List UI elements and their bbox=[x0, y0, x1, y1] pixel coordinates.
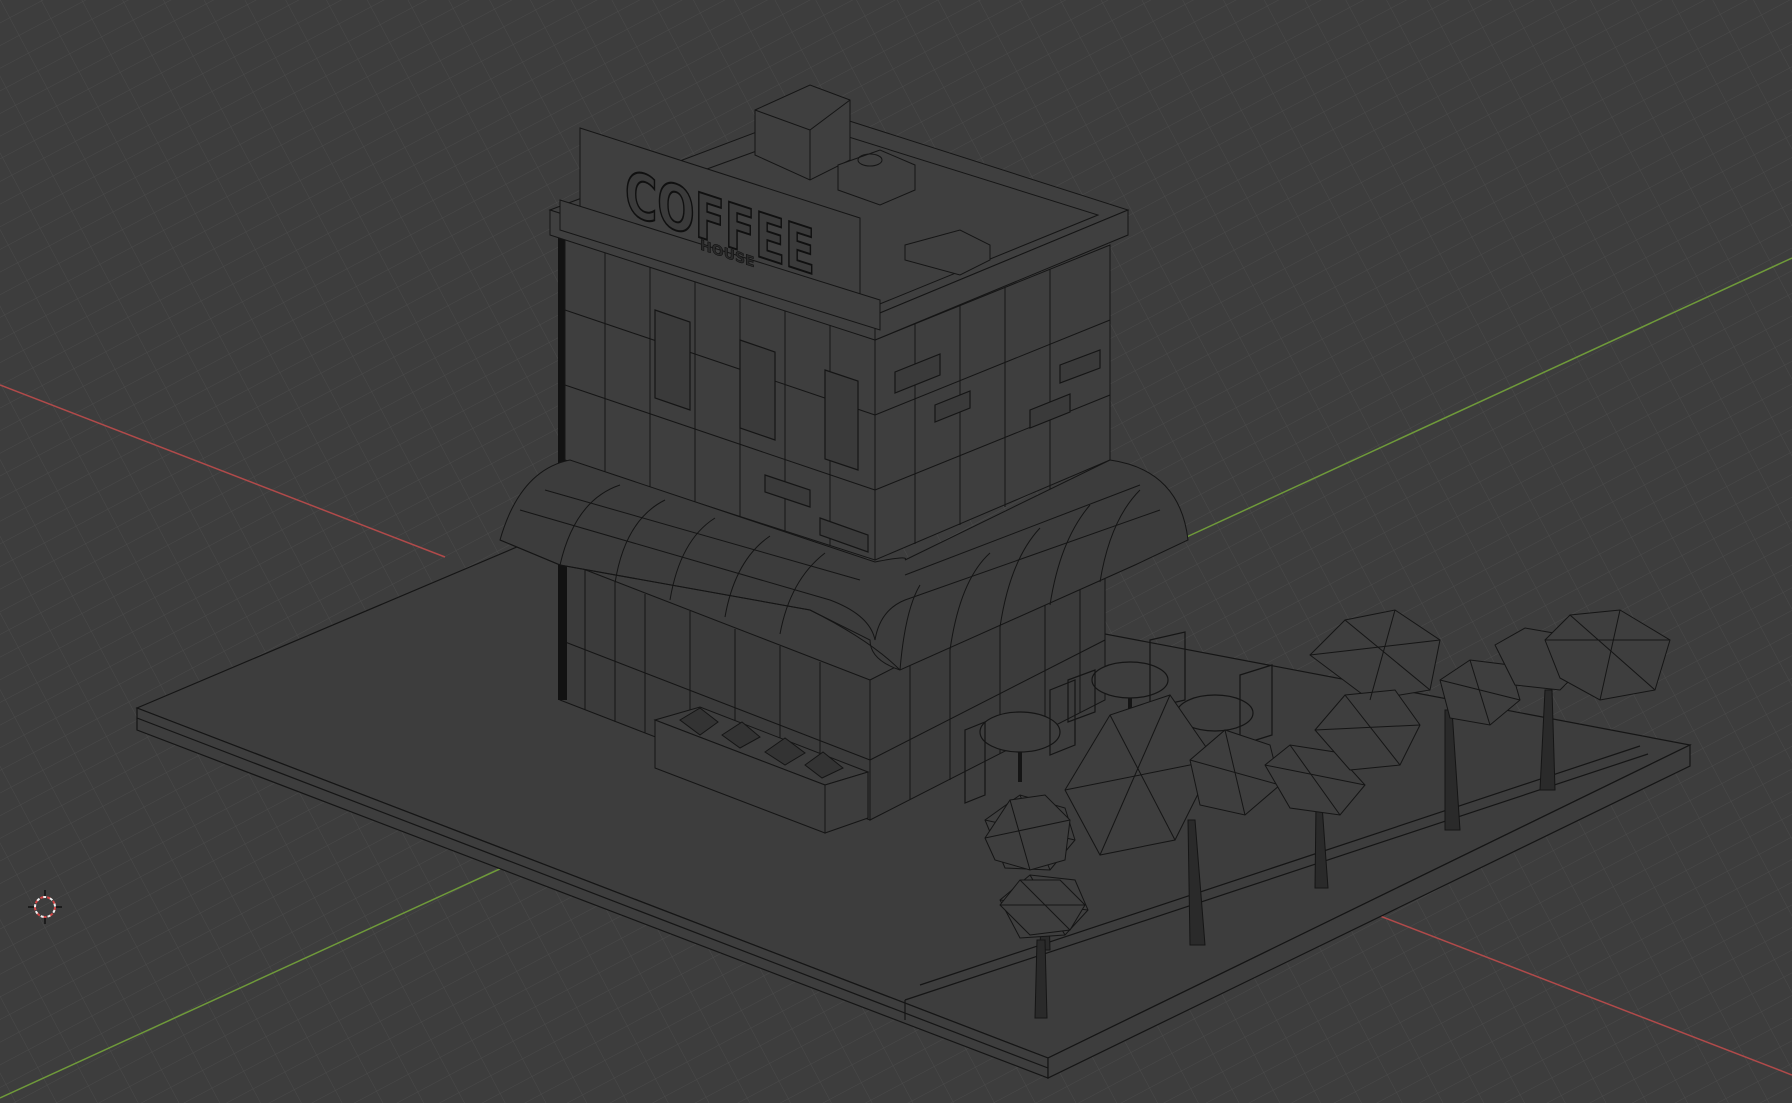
3d-viewport[interactable]: COFFEE HOUSE bbox=[0, 0, 1792, 1103]
